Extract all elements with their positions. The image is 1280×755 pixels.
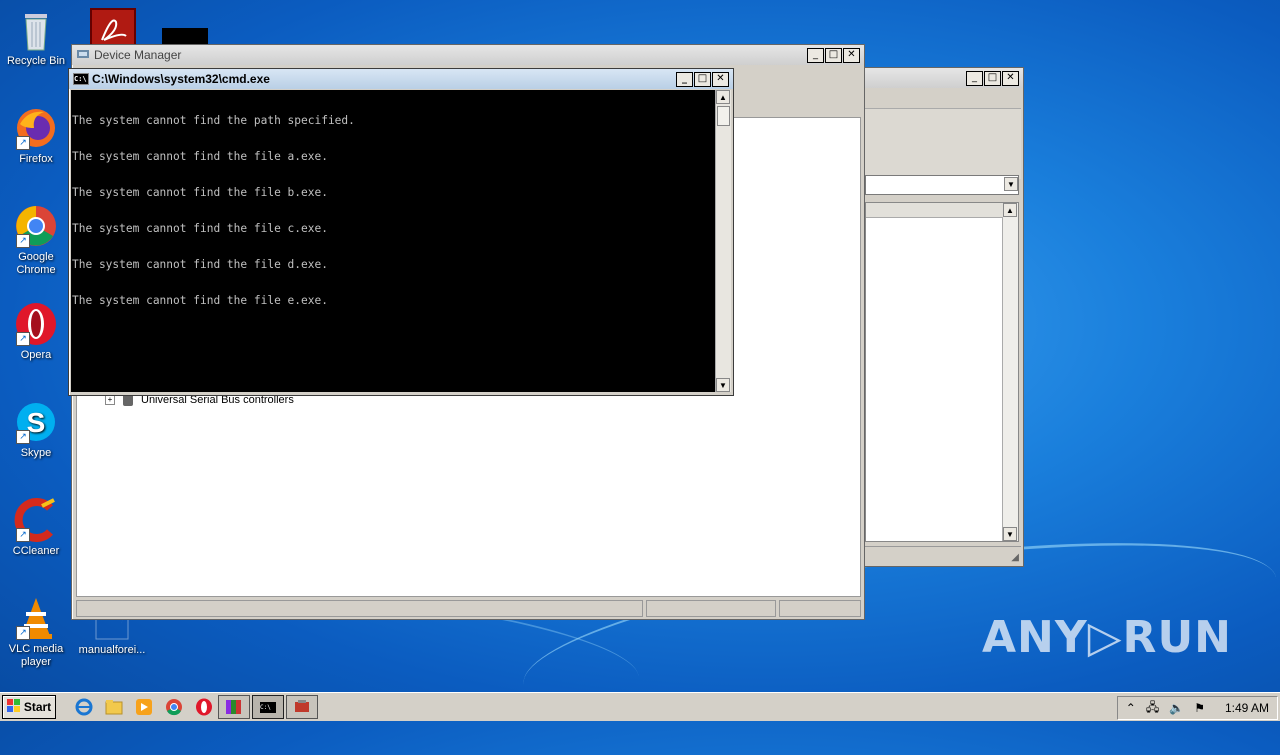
folder-icon[interactable] (102, 696, 126, 718)
desktop-icon-label: CCleaner (12, 545, 60, 557)
start-label: Start (23, 700, 52, 714)
scroll-thumb[interactable] (717, 106, 730, 126)
windows-logo-icon (6, 698, 21, 716)
taskbar-task-device-manager[interactable] (286, 695, 318, 719)
shortcut-arrow-icon: ↗ (16, 430, 30, 444)
console-output[interactable]: The system cannot find the path specifie… (71, 90, 715, 392)
taskbar-task-cmd[interactable]: C:\ (252, 695, 284, 719)
shortcut-arrow-icon: ↗ (16, 136, 30, 150)
close-button[interactable]: ✕ (712, 71, 729, 87)
desktop-icon-label: Skype (20, 447, 52, 459)
minimize-button[interactable]: _ (807, 47, 824, 63)
maximize-button[interactable]: □ (825, 47, 842, 63)
desktop-icon-ccleaner[interactable]: ↗ CCleaner (6, 498, 66, 558)
maximize-button[interactable]: □ (984, 70, 1001, 86)
device-manager-icon (76, 48, 90, 63)
anyrun-watermark: ANY▷RUN (981, 612, 1232, 663)
desktop-icon-vlc[interactable]: ↗ VLC media player (6, 596, 66, 669)
close-button[interactable]: ✕ (843, 47, 860, 63)
scroll-down-button[interactable]: ▼ (1003, 527, 1017, 541)
window-title: Device Manager (94, 48, 182, 62)
desktop-icon-recycle-bin[interactable]: Recycle Bin (6, 8, 66, 68)
dropdown[interactable]: ▼ (865, 175, 1019, 195)
chevron-down-icon[interactable]: ▼ (1004, 177, 1018, 191)
resize-grip-icon[interactable]: ◢ (1011, 552, 1019, 563)
status-pane (646, 600, 776, 617)
status-bar (76, 600, 861, 617)
skype-icon: S ↗ (14, 400, 58, 444)
cmd-window[interactable]: C:\ C:\Windows\system32\cmd.exe _ □ ✕ Th… (68, 68, 734, 396)
recycle-bin-icon (14, 8, 58, 52)
black-app-icon[interactable] (162, 28, 208, 44)
shortcut-arrow-icon: ↗ (16, 234, 30, 248)
console-line: The system cannot find the file c.exe. (72, 222, 328, 235)
taskbar: Start C:\ ⌃ 🖧 🔈 ⚑ 1:49 AM (0, 692, 1280, 721)
desktop-icon-opera[interactable]: ↗ Opera (6, 302, 66, 362)
device-manager-titlebar[interactable]: Device Manager _ □ ✕ (72, 45, 864, 65)
desktop-icon-label: Opera (20, 349, 52, 361)
status-pane (779, 600, 861, 617)
ie-icon[interactable] (72, 696, 96, 718)
window-title: C:\Windows\system32\cmd.exe (92, 72, 270, 86)
vertical-scrollbar[interactable]: ▲ ▼ (1002, 203, 1018, 541)
minimize-button[interactable]: _ (676, 71, 693, 87)
scroll-up-button[interactable]: ▲ (1003, 203, 1017, 217)
maximize-button[interactable]: □ (694, 71, 711, 87)
firefox-icon: ↗ (14, 106, 58, 150)
desktop-icon-firefox[interactable]: ↗ Firefox (6, 106, 66, 166)
background-window[interactable]: _ □ ✕ ▼ ▲ ▼ ◢ (862, 67, 1024, 567)
console-line: The system cannot find the path specifie… (72, 114, 355, 127)
desktop-icon-chrome[interactable]: ↗ Google Chrome (6, 204, 66, 277)
close-button[interactable]: ✕ (1002, 70, 1019, 86)
desktop-icon-label: Google Chrome (16, 251, 56, 276)
scroll-up-button[interactable]: ▲ (716, 90, 730, 104)
ccleaner-icon: ↗ (14, 498, 58, 542)
minimize-button[interactable]: _ (966, 70, 983, 86)
console-line: The system cannot find the file e.exe. (72, 294, 328, 307)
desktop-icon-label: manualforei... (78, 644, 146, 656)
column-header (866, 203, 1003, 218)
console-line: The system cannot find the file a.exe. (72, 150, 328, 163)
opera-icon: ↗ (14, 302, 58, 346)
shortcut-arrow-icon: ↗ (16, 332, 30, 346)
network-icon[interactable]: 🖧 (1146, 698, 1159, 719)
scroll-down-button[interactable]: ▼ (716, 378, 730, 392)
status-bar: ◢ (865, 546, 1021, 563)
chevron-up-icon[interactable]: ⌃ (1126, 701, 1136, 715)
cmd-icon: C:\ (260, 701, 276, 713)
clock[interactable]: 1:49 AM (1225, 701, 1269, 715)
background-window-titlebar[interactable]: _ □ ✕ (863, 68, 1023, 88)
shortcut-arrow-icon: ↗ (16, 626, 30, 640)
panel-area (865, 108, 1021, 179)
chrome-icon: ↗ (14, 204, 58, 248)
desktop-icon-skype[interactable]: S ↗ Skype (6, 400, 66, 460)
desktop-icon-label: VLC media player (8, 643, 64, 668)
desktop-icon-label: Recycle Bin (6, 55, 66, 67)
media-player-icon[interactable] (132, 696, 156, 718)
start-button[interactable]: Start (2, 695, 56, 719)
volume-icon[interactable]: 🔈 (1169, 701, 1184, 715)
console-line: The system cannot find the file b.exe. (72, 186, 328, 199)
flag-icon[interactable]: ⚑ (1194, 701, 1205, 715)
vlc-icon: ↗ (14, 596, 58, 640)
opera-icon[interactable] (192, 696, 216, 718)
list-pane[interactable]: ▲ ▼ (865, 202, 1019, 542)
shortcut-arrow-icon: ↗ (16, 528, 30, 542)
status-pane (76, 600, 643, 617)
system-tray: ⌃ 🖧 🔈 ⚑ 1:49 AM (1116, 696, 1278, 720)
expand-icon[interactable]: + (105, 395, 115, 405)
taskbar-task-winrar[interactable] (218, 695, 250, 719)
chrome-icon[interactable] (162, 696, 186, 718)
cmd-titlebar[interactable]: C:\ C:\Windows\system32\cmd.exe _ □ ✕ (69, 69, 733, 89)
desktop-icon-label: Firefox (19, 153, 53, 165)
cmd-icon: C:\ (73, 73, 89, 85)
console-line: The system cannot find the file d.exe. (72, 258, 328, 271)
vertical-scrollbar[interactable]: ▲ ▼ (715, 90, 731, 392)
